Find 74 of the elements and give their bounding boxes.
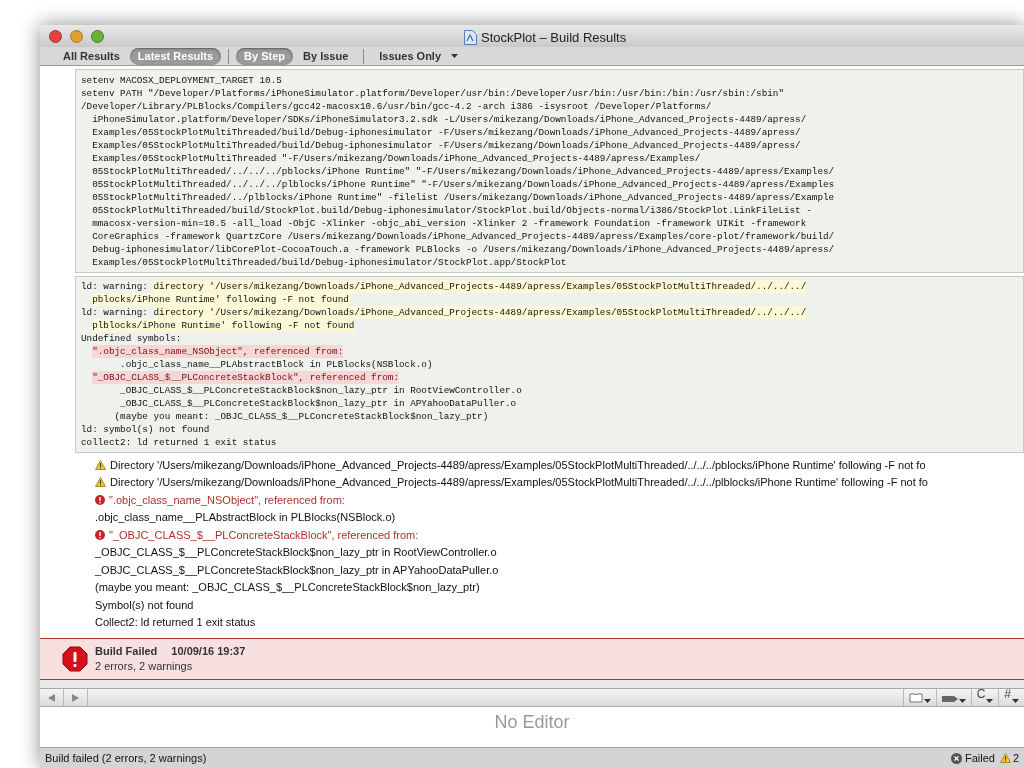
log-text: .objc_class_name__PLAbstractBlock in PLBlocks(NSBlock.o) (120, 358, 433, 371)
log-text: "_OBJC_CLASS_$__PLConcreteStackBlock", referenced from: (92, 371, 399, 384)
close-button[interactable] (49, 29, 62, 43)
log-text: 05StockPlotMultiThreaded/build/StockPlot.build/Debug-iphonesimulator/StockPlot.build/Objects-normal/i386/StockPlot.LinkFileList - (92, 204, 812, 217)
issue-text[interactable]: "_OBJC_CLASS_$__PLConcreteStackBlock", referenced from: (109, 526, 419, 543)
log-text: Examples/05StockPlotMultiThreaded/build/Debug-iphonesimulator -F/Users/mikezang/Downloads/iPhone_Advanced_Projects-4489/apress/ (92, 126, 801, 139)
issue-text[interactable]: Directory '/Users/mikezang/Downloads/iPhone_Advanced_Projects-4489/apress/Examples/05StockPlotMultiThreaded/../../../pblocks/iPhone Runtime' following -F not fo (110, 456, 926, 473)
log-text: ".objc_class_name_NSObject", referenced from: (92, 345, 344, 358)
warning-icon (95, 477, 106, 488)
error-icon (95, 529, 105, 540)
caret-icon (1012, 699, 1019, 703)
status-message: Build failed (2 errors, 2 warnings) (45, 750, 208, 766)
book-icon (908, 693, 923, 703)
build-result: Failed (964, 750, 995, 766)
issue-text[interactable]: ".objc_class_name_NSObject", referenced from: (109, 491, 345, 508)
zoom-button[interactable] (91, 29, 104, 43)
issue-text[interactable]: .objc_class_name__PLAbstractBlock in PLBlocks(NSBlock.o) (95, 509, 396, 526)
caret-icon (451, 54, 459, 58)
issue-text[interactable]: Collect2: ld returned 1 exit status (95, 614, 256, 631)
warning-icon (95, 459, 106, 470)
warning-icon (999, 753, 1011, 763)
build-summary: 2 errors, 2 warnings (95, 659, 194, 674)
log-text: 05StockPlotMultiThreaded/../../../plblocks/iPhone Runtime" "-F/Users/mikezang/Downloads/iPhone_Advanced_Projects-4489/apress/Examples (92, 178, 835, 191)
log-text: Undefined symbols: (81, 332, 182, 345)
log-text: directory '/Users/mikezang/Downloads/iPhone_Advanced_Projects-4489/apress/Examples/05StockPlotMultiThreaded/../../../ (153, 306, 807, 319)
caret-icon (986, 699, 994, 703)
log-text: directory '/Users/mikezang/Downloads/iPhone_Advanced_Projects-4489/apress/Examples/05StockPlotMultiThreaded/../../../ (153, 280, 807, 293)
issue-text[interactable]: _OBJC_CLASS_$__PLConcreteStackBlock$non_lazy_ptr in RootViewController.o (95, 544, 497, 561)
caret-icon (923, 699, 931, 703)
editor-menu-button[interactable]: C (970, 689, 999, 706)
warning-count: 2 (1012, 750, 1019, 766)
log-text: Examples/05StockPlotMultiThreaded "-F/Users/mikezang/Downloads/iPhone_Advanced_Projects-4489/apress/Examples/ (92, 152, 701, 165)
log-text: _OBJC_CLASS_$__PLConcreteStackBlock$non_lazy_ptr in APYahooDataPuller.o (120, 397, 517, 410)
document-icon (464, 30, 477, 46)
log-text: ld: warning: (81, 280, 148, 293)
log-text: setenv PATH "/Developer/Platforms/iPhoneSimulator.platform/Developer/usr/bin:/Developer/usr/bin:/usr/bin:/bin:/usr/sbin:/sbin" (81, 87, 784, 100)
log-text: Examples/05StockPlotMultiThreaded/build/Debug-iphonesimulator/StockPlot.app/StockPlot (92, 256, 567, 269)
split-handle[interactable] (40, 680, 1024, 688)
issue-text[interactable]: _OBJC_CLASS_$__PLConcreteStackBlock$non_lazy_ptr in APYahooDataPuller.o (95, 561, 499, 578)
log-text: iPhoneSimulator.platform/Developer/SDKs/iPhoneSimulator3.2.sdk -L/Users/mikezang/Downloads/iPhone_Advanced_Projects-4489/apress/ (92, 113, 807, 126)
log-text: setenv MACOSX_DEPLOYMENT_TARGET 10.5 (81, 74, 282, 87)
log-text: Examples/05StockPlotMultiThreaded/build/Debug-iphonesimulator -F/Users/mikezang/Downloads/iPhone_Advanced_Projects-4489/apress/ (92, 139, 801, 152)
log-text: plblocks/iPhone Runtime' following -F not found (92, 319, 355, 332)
log-text: ld: symbol(s) not found (81, 423, 210, 436)
log-text: collect2: ld returned 1 exit status (81, 436, 277, 449)
log-text: 05StockPlotMultiThreaded/../../../pblocks/iPhone Runtime" "-F/Users/mikezang/Downloads/iPhone_Advanced_Projects-4489/apress/Examples/ (92, 165, 835, 178)
log-text: (maybe you meant: _OBJC_CLASS_$__PLConcreteStackBlock$non_lazy_ptr) (114, 410, 489, 423)
log-text: 05StockPlotMultiThreaded/../plblocks/iPhone Runtime" -filelist /Users/mikezang/Downloads/iPhone_Advanced_Projects-4489/apress/Example (92, 191, 835, 204)
log-text: ld: warning: (81, 306, 148, 319)
build-status: Build Failed (95, 644, 158, 659)
right-arrow-icon (72, 693, 79, 702)
issue-text[interactable]: (maybe you meant: _OBJC_CLASS_$__PLConcreteStackBlock$non_lazy_ptr) (95, 579, 480, 596)
log-text: pblocks/iPhone Runtime' following -F not found (92, 293, 349, 306)
log-text: CoreGraphics -framework QuartzCore /Users/mikezang/Downloads/iPhone_Advanced_Projects-4489/apress/Examples/core-plot/framework/build/ (92, 230, 835, 243)
error-icon (95, 494, 105, 505)
log-text: mmacosx-version-min=10.5 -all_load -ObjC -Xlinker -objc_abi_version -Xlinker 2 -framework Foundation -framework UIKit -framework (92, 217, 807, 230)
filter-tab[interactable]: All Results (55, 47, 128, 65)
issue-text[interactable]: Symbol(s) not found (95, 596, 194, 613)
minimize-button[interactable] (70, 29, 83, 43)
pen-icon (941, 695, 958, 703)
stop-icon (62, 646, 88, 672)
left-arrow-icon (48, 693, 55, 702)
editor-menu-button[interactable]: # (998, 689, 1024, 706)
log-text: Debug-iphonesimulator/libCorePlot-CocoaTouch.a -framework PLBlocks -o /Users/mikezang/Downloads/iPhone_Advanced_Projects-4489/apress/ (92, 243, 835, 256)
no-editor-label: No Editor (494, 711, 570, 734)
filter-tab[interactable]: By Issue (295, 47, 357, 65)
caret-icon (958, 699, 966, 703)
issues-dropdown[interactable]: Issues Only (371, 47, 467, 65)
window-title: StockPlot – Build Results (481, 29, 627, 47)
log-text: /Developer/Library/PLBlocks/Compilers/gcc42-macosx10.6/usr/bin/gcc-4.2 -arch i386 -isysroot /Developer/Platforms/ (81, 100, 712, 113)
x-circle-icon (950, 752, 962, 764)
issue-text[interactable]: Directory '/Users/mikezang/Downloads/iPhone_Advanced_Projects-4489/apress/Examples/05StockPlotMultiThreaded/../../../plblocks/iPhone Runtime' following -F not fo (110, 474, 928, 491)
log-text: _OBJC_CLASS_$__PLConcreteStackBlock$non_lazy_ptr in RootViewController.o (120, 384, 522, 397)
build-timestamp: 10/09/16 19:37 (171, 644, 246, 659)
